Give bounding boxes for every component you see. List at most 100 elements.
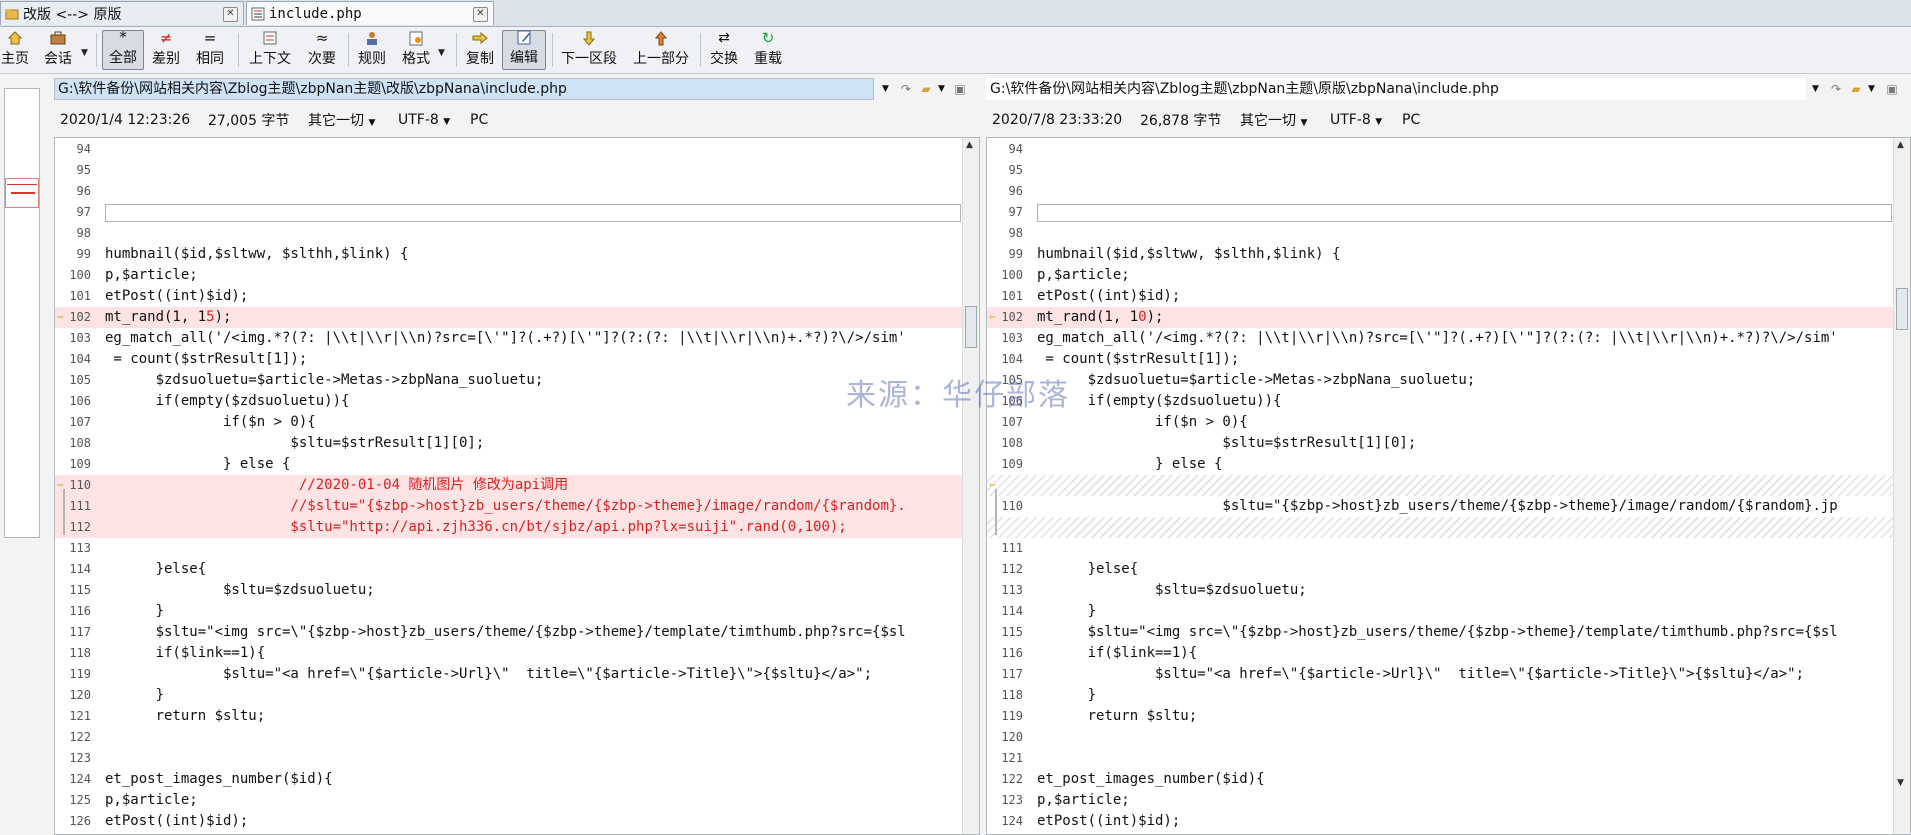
code-line[interactable]: 119 $sltu="<a href=\"{$article->Url}\" t… — [55, 664, 963, 685]
line-text[interactable]: $zdsuoluetu=$article->Metas->zbpNana_suo… — [105, 370, 544, 391]
line-text[interactable]: //2020-01-04 随机图片 修改为api调用 — [105, 475, 568, 496]
code-line[interactable]: 118 if($link==1){ — [55, 643, 963, 664]
line-text[interactable]: p,$article; — [105, 265, 198, 286]
code-line[interactable]: 100 p,$article; — [987, 265, 1894, 286]
chevron-down-icon[interactable]: ▼ — [882, 84, 889, 94]
line-text[interactable]: etPost((int)$id); — [105, 286, 248, 307]
right-path-field[interactable]: G:\软件备份\网站相关内容\Zblog主题\zbpNan主题\原版\zbpNa… — [986, 78, 1806, 100]
code-line[interactable]: 121 — [987, 748, 1894, 769]
open-folder-icon[interactable]: ▰ — [1848, 81, 1864, 97]
right-lineend[interactable]: PC — [1402, 112, 1420, 128]
code-line[interactable]: 121 return $sltu; — [55, 706, 963, 727]
code-line[interactable]: 110 $sltu="{$zbp->host}zb_users/theme/{$… — [987, 496, 1894, 517]
line-text[interactable]: $sltu="{$zbp->host}zb_users/theme/{$zbp-… — [1037, 496, 1837, 517]
format-button[interactable]: 格式 — [398, 30, 434, 70]
left-encoding-select[interactable]: UTF-8 ▼ — [398, 112, 470, 128]
history-icon[interactable]: ↷ — [1828, 81, 1844, 97]
scroll-up-icon[interactable]: ▲ — [1897, 140, 1904, 150]
line-text[interactable]: mt_rand(1, 15); — [105, 307, 231, 328]
code-line[interactable]: ⇨ 102 mt_rand(1, 15); — [55, 307, 963, 328]
code-line[interactable]: 103 eg_match_all('/<img.*?(?: |\\t|\\r|\\… — [55, 328, 963, 349]
line-text[interactable]: $sltu="<img src=\"{$zbp->host}zb_users/t… — [105, 622, 906, 643]
code-line[interactable]: 100 p,$article; — [55, 265, 963, 286]
left-path-field[interactable]: G:\软件备份\网站相关内容\Zblog主题\zbpNan主题\改版\zbpNa… — [54, 78, 874, 100]
code-line[interactable]: 98 — [55, 223, 963, 244]
right-code-area[interactable]: 94 95 96 97 98 99 humbnail($id,$sltww, $slthh,… — [987, 138, 1894, 834]
left-code-pane[interactable]: 94 95 96 97 98 99 humbnail($id,$sltww, $slthh,… — [54, 137, 980, 835]
filter-all-button[interactable]: * 全部 — [102, 28, 144, 70]
code-line[interactable]: ⇦ 102 mt_rand(1, 10); — [987, 307, 1894, 328]
code-line[interactable]: 103 eg_match_all('/<img.*?(?: |\\t|\\r|\\… — [987, 328, 1894, 349]
line-text[interactable]: $sltu=$zdsuoluetu; — [1037, 580, 1307, 601]
code-line[interactable]: 114 } — [987, 601, 1894, 622]
line-text[interactable]: humbnail($id,$sltww, $slthh,$link) { — [105, 244, 408, 265]
line-text[interactable]: $sltu="http://api.zjh336.cn/bt/sjbz/api.… — [105, 517, 846, 538]
line-text[interactable]: $sltu=$strResult[1][0]; — [1037, 433, 1416, 454]
chevron-down-icon[interactable]: ▼ — [1812, 84, 1819, 94]
code-line[interactable]: 113 $sltu=$zdsuoluetu; — [987, 580, 1894, 601]
overview-viewport[interactable] — [5, 178, 39, 208]
code-line[interactable]: 104 = count($strResult[1]); — [55, 349, 963, 370]
code-line[interactable]: 99 humbnail($id,$sltww, $slthh,$link) { — [987, 244, 1894, 265]
scroll-down-icon[interactable]: ▼ — [1897, 778, 1904, 788]
history-icon[interactable]: ↷ — [898, 81, 914, 97]
line-text[interactable]: mt_rand(1, 10); — [1037, 307, 1163, 328]
code-line[interactable]: 111 //$sltu="{$zbp->host}zb_users/theme/… — [55, 496, 963, 517]
left-scrollbar[interactable]: ▲ — [962, 138, 979, 834]
code-line[interactable]: 123 — [55, 748, 963, 769]
line-text[interactable]: } — [1037, 601, 1096, 622]
line-text[interactable]: $sltu=$zdsuoluetu; — [105, 580, 375, 601]
code-line[interactable]: 111 — [987, 538, 1894, 559]
code-line[interactable]: 112 }else{ — [987, 559, 1894, 580]
line-text[interactable]: eg_match_all('/<img.*?(?: |\\t|\\r|\\n)?… — [1037, 328, 1838, 349]
code-line[interactable]: 106 if(empty($zdsuoluetu)){ — [55, 391, 963, 412]
code-line[interactable] — [987, 517, 1894, 538]
line-text[interactable]: $sltu=$strResult[1][0]; — [105, 433, 484, 454]
code-line[interactable]: 106 if(empty($zdsuoluetu)){ — [987, 391, 1894, 412]
code-line[interactable]: 116 } — [55, 601, 963, 622]
line-text[interactable]: p,$article; — [1037, 790, 1130, 811]
code-line[interactable]: 119 return $sltu; — [987, 706, 1894, 727]
next-section-button[interactable]: 下一区段 — [556, 30, 622, 70]
code-line[interactable]: 120 — [987, 727, 1894, 748]
tab-session[interactable]: 改版 <--> 原版 ✕ — [0, 1, 244, 25]
prev-section-button[interactable]: 上一部分 — [628, 30, 694, 70]
code-line[interactable]: 115 $sltu="<img src=\"{$zbp->host}zb_use… — [987, 622, 1894, 643]
session-button[interactable]: 会话 — [40, 30, 76, 70]
line-text[interactable]: $sltu="<a href=\"{$article->Url}\" title… — [1037, 664, 1804, 685]
reload-button[interactable]: ↻ 重载 — [750, 29, 786, 70]
code-line[interactable]: 122 et_post_images_number($id){ — [987, 769, 1894, 790]
code-line[interactable]: 125 p,$article; — [55, 790, 963, 811]
close-icon[interactable]: ✕ — [223, 7, 238, 22]
code-line[interactable]: 97 — [55, 202, 963, 223]
code-line[interactable]: 96 — [55, 181, 963, 202]
code-line[interactable]: 114 }else{ — [55, 559, 963, 580]
code-line[interactable]: 115 $sltu=$zdsuoluetu; — [55, 580, 963, 601]
code-line[interactable]: 112 $sltu="http://api.zjh336.cn/bt/sjbz/… — [55, 517, 963, 538]
current-line-box[interactable] — [1037, 204, 1892, 222]
code-line[interactable]: 117 $sltu="<img src=\"{$zbp->host}zb_use… — [55, 622, 963, 643]
copy-button[interactable]: 复制 — [462, 30, 498, 70]
left-scroll-thumb[interactable] — [965, 306, 977, 348]
code-line[interactable]: 107 if($n > 0){ — [987, 412, 1894, 433]
code-line[interactable]: 120 } — [55, 685, 963, 706]
right-encoding-select[interactable]: UTF-8 ▼ — [1330, 112, 1402, 128]
save-icon[interactable]: ▣ — [952, 81, 968, 97]
code-line[interactable]: 95 — [987, 160, 1894, 181]
line-text[interactable]: humbnail($id,$sltww, $slthh,$link) { — [1037, 244, 1340, 265]
code-line[interactable]: 117 $sltu="<a href=\"{$article->Url}\" t… — [987, 664, 1894, 685]
code-line[interactable]: 126 etPost((int)$id); — [55, 811, 963, 832]
line-text[interactable]: etPost((int)$id); — [1037, 811, 1180, 832]
edit-button[interactable]: 编辑 — [502, 30, 546, 70]
right-code-pane[interactable]: 94 95 96 97 98 99 humbnail($id,$sltww, $slthh,… — [986, 137, 1911, 835]
minor-button[interactable]: ≈ 次要 — [304, 29, 340, 70]
diff-overview-strip[interactable] — [4, 88, 40, 538]
open-folder-icon[interactable]: ▰ — [918, 81, 934, 97]
line-text[interactable]: } — [1037, 685, 1096, 706]
line-text[interactable]: if(empty($zdsuoluetu)){ — [105, 391, 350, 412]
code-line[interactable]: 98 — [987, 223, 1894, 244]
code-line[interactable]: 108 $sltu=$strResult[1][0]; — [987, 433, 1894, 454]
line-text[interactable]: if(empty($zdsuoluetu)){ — [1037, 391, 1282, 412]
line-text[interactable]: = count($strResult[1]); — [105, 349, 307, 370]
code-line[interactable]: 113 — [55, 538, 963, 559]
